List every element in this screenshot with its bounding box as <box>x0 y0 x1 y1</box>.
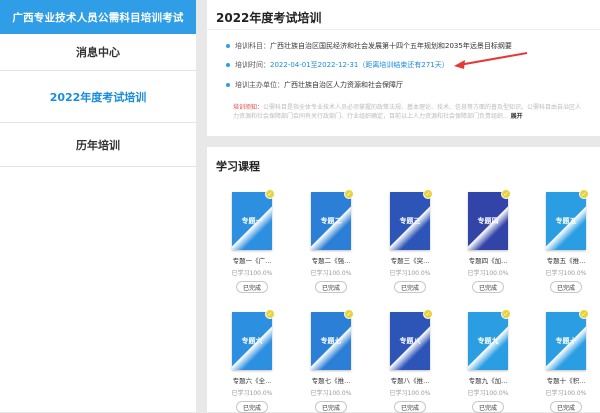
completed-check-icon: ✓ <box>501 189 511 199</box>
course-thumbnail[interactable]: 专题九 ✓ <box>468 309 511 370</box>
course-progress: 已学习100.0% <box>310 270 352 277</box>
course-progress: 已学习100.0% <box>231 390 273 397</box>
completed-button[interactable]: 已完成 <box>315 401 347 413</box>
course-card[interactable]: 专题一 ✓ 专题一《广... 已学习100.0% 已完成 <box>221 189 283 293</box>
course-name[interactable]: 专题九《加... <box>457 375 519 385</box>
nav-item-2022-training[interactable]: 2022年度考试培训 <box>0 71 196 123</box>
completed-check-icon: ✓ <box>423 189 433 199</box>
completed-check-icon: ✓ <box>344 309 354 319</box>
course-card[interactable]: 专题三 ✓ 专题三《突... 已学习100.0% 已完成 <box>379 189 441 293</box>
course-card[interactable]: 专题四 ✓ 专题四《加... 已学习100.0% 已完成 <box>457 189 519 293</box>
course-thumbnail[interactable]: 专题六 ✓ <box>232 309 275 370</box>
course-thumbnail[interactable]: 专题三 ✓ <box>390 189 433 250</box>
courses-title: 学习课程 <box>216 160 260 173</box>
course-progress: 已学习100.0% <box>467 270 509 277</box>
course-card[interactable]: 专题九 ✓ 专题九《加... 已学习100.0% 已完成 <box>457 309 519 413</box>
completed-button[interactable]: 已完成 <box>236 281 268 293</box>
course-name[interactable]: 专题四《加... <box>457 255 519 265</box>
course-thumbnail[interactable]: 专题十 ✓ <box>546 309 589 370</box>
course-name[interactable]: 专题一《广... <box>221 255 283 265</box>
course-card[interactable]: 专题二 ✓ 专题二《强... 已学习100.0% 已完成 <box>300 189 362 293</box>
course-thumbnail[interactable]: 专题七 ✓ <box>311 309 354 370</box>
course-thumbnail[interactable]: 专题四 ✓ <box>468 189 511 250</box>
app-banner: 广西专业技术人员公需科目培训考试 <box>0 0 196 34</box>
course-progress: 已学习100.0% <box>467 390 509 397</box>
red-arrow-annotation <box>454 52 528 69</box>
course-name[interactable]: 专题六《全... <box>221 375 283 385</box>
course-name[interactable]: 专题二《强... <box>300 255 362 265</box>
course-name[interactable]: 专题七《推... <box>300 375 362 385</box>
course-progress: 已学习100.0% <box>310 390 352 397</box>
course-progress: 已学习100.0% <box>231 270 273 277</box>
completed-button[interactable]: 已完成 <box>550 281 582 293</box>
course-thumbnail[interactable]: 专题八 ✓ <box>390 309 433 370</box>
course-progress: 已学习100.0% <box>545 390 587 397</box>
course-card[interactable]: 专题十 ✓ 专题十《积... 已学习100.0% 已完成 <box>535 309 597 413</box>
completed-check-icon: ✓ <box>579 189 589 199</box>
course-progress: 已学习100.0% <box>389 270 431 277</box>
nav-item-message-center[interactable]: 消息中心 <box>0 34 196 71</box>
completed-check-icon: ✓ <box>265 189 275 199</box>
completed-button[interactable]: 已完成 <box>315 281 347 293</box>
completed-check-icon: ✓ <box>265 309 275 319</box>
course-name[interactable]: 专题八《推... <box>379 375 441 385</box>
course-name[interactable]: 专题五《推... <box>535 255 597 265</box>
course-thumbnail[interactable]: 专题二 ✓ <box>311 189 354 250</box>
course-card[interactable]: 专题五 ✓ 专题五《推... 已学习100.0% 已完成 <box>535 189 597 293</box>
course-card[interactable]: 专题七 ✓ 专题七《推... 已学习100.0% 已完成 <box>300 309 362 413</box>
nav-item-history-training[interactable]: 历年培训 <box>0 123 196 167</box>
course-thumbnail[interactable]: 专题一 ✓ <box>232 189 275 250</box>
completed-button[interactable]: 已完成 <box>472 401 504 413</box>
course-progress: 已学习100.0% <box>389 390 431 397</box>
completed-button[interactable]: 已完成 <box>394 281 426 293</box>
completed-check-icon: ✓ <box>344 189 354 199</box>
completed-button[interactable]: 已完成 <box>394 401 426 413</box>
course-list-card: 学习课程 专题一 ✓ 专题一《广... 已学习100.0% 已完成 专题二 ✓ 专题二《强..… <box>207 147 600 413</box>
completed-button[interactable]: 已完成 <box>472 281 504 293</box>
completed-button[interactable]: 已完成 <box>550 401 582 413</box>
training-info-card: 2022年度考试培训 培训科目： 广西壮族自治区国民经济和社会发展第十四个五年规… <box>207 0 600 136</box>
course-progress: 已学习100.0% <box>545 270 587 277</box>
course-card[interactable]: 专题六 ✓ 专题六《全... 已学习100.0% 已完成 <box>221 309 283 413</box>
completed-check-icon: ✓ <box>579 309 589 319</box>
course-thumbnail[interactable]: 专题五 ✓ <box>546 189 589 250</box>
completed-check-icon: ✓ <box>501 309 511 319</box>
completed-button[interactable]: 已完成 <box>236 401 268 413</box>
sidebar: 广西专业技术人员公需科目培训考试 消息中心 2022年度考试培训 历年培训 <box>0 0 196 412</box>
main-content: 2022年度考试培训 培训科目： 广西壮族自治区国民经济和社会发展第十四个五年规… <box>207 0 600 413</box>
completed-check-icon: ✓ <box>423 309 433 319</box>
course-card[interactable]: 专题八 ✓ 专题八《推... 已学习100.0% 已完成 <box>379 309 441 413</box>
course-name[interactable]: 专题十《积... <box>535 375 597 385</box>
course-name[interactable]: 专题三《突... <box>379 255 441 265</box>
